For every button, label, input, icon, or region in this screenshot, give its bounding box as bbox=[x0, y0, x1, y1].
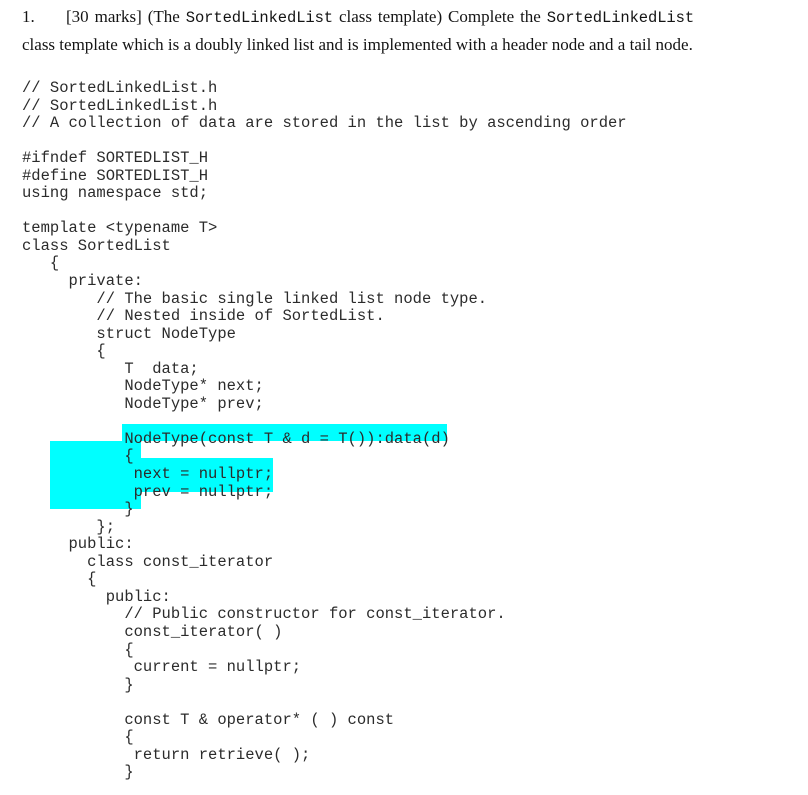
code-line: { bbox=[22, 728, 134, 747]
code-line: const_iterator( ) bbox=[22, 622, 283, 641]
code-line: prev = nullptr; bbox=[22, 482, 274, 501]
code-line: NodeType(const T & d = T()):data(d) bbox=[22, 429, 450, 448]
code-line: // Public constructor for const_iterator… bbox=[22, 605, 506, 624]
code-line: NodeType* prev; bbox=[22, 394, 264, 413]
code-line: // A collection of data are stored in th… bbox=[22, 114, 627, 133]
code-line: current = nullptr; bbox=[22, 658, 302, 677]
document-page: 1. [30 marks] (The SortedLinkedList class… bbox=[0, 0, 808, 795]
code-line: public: bbox=[22, 587, 171, 606]
code-line: }; bbox=[22, 517, 116, 536]
code-line: // SortedLinkedList.h bbox=[22, 79, 218, 97]
code-line: NodeType* next; bbox=[22, 377, 264, 396]
code-line: using namespace std; bbox=[22, 184, 209, 203]
code-line: // Nested inside of SortedList. bbox=[22, 307, 385, 326]
question-class-name-second: SortedLinkedList bbox=[546, 9, 695, 27]
question-intro-mid: class template) Complete the bbox=[338, 7, 541, 26]
code-line: public: bbox=[22, 535, 134, 554]
question-body-tail: class template which is a doubly linked … bbox=[22, 34, 693, 54]
code-listing: // SortedLinkedList.h// SortedLinkedList… bbox=[22, 79, 782, 782]
code-line: { bbox=[22, 254, 60, 273]
code-line: next = nullptr; bbox=[22, 465, 274, 484]
code-line: class SortedList bbox=[22, 236, 171, 255]
code-line: // SortedLinkedList.h bbox=[22, 96, 218, 115]
code-line: template <typename T> bbox=[22, 219, 218, 238]
code-line: #define SORTEDLIST_H bbox=[22, 166, 209, 185]
code-line: private: bbox=[22, 272, 143, 291]
code-line: T data; bbox=[22, 359, 199, 378]
code-line: } bbox=[22, 500, 134, 519]
code-line: class const_iterator bbox=[22, 552, 274, 571]
code-line: { bbox=[22, 640, 134, 659]
code-line: // The basic single linked list node typ… bbox=[22, 289, 488, 308]
question-marks: [30 marks] bbox=[66, 7, 142, 26]
question-heading-block: 1. [30 marks] (The SortedLinkedList class… bbox=[22, 4, 694, 57]
question-paragraph: 1. [30 marks] (The SortedLinkedList class… bbox=[22, 4, 694, 57]
code-line: return retrieve( ); bbox=[22, 745, 311, 764]
code-line: } bbox=[22, 675, 134, 694]
code-line: const T & operator* ( ) const bbox=[22, 710, 395, 729]
question-number: 1. bbox=[22, 7, 35, 26]
code-line: struct NodeType bbox=[22, 324, 236, 343]
code-line: } bbox=[22, 763, 134, 782]
code-line: { bbox=[22, 342, 106, 361]
code-line: #ifndef SORTEDLIST_H bbox=[22, 149, 209, 168]
question-intro-open: (The bbox=[147, 7, 180, 26]
question-class-name-first: SortedLinkedList bbox=[185, 9, 334, 27]
code-line: { bbox=[22, 447, 134, 466]
code-line: { bbox=[22, 570, 97, 589]
